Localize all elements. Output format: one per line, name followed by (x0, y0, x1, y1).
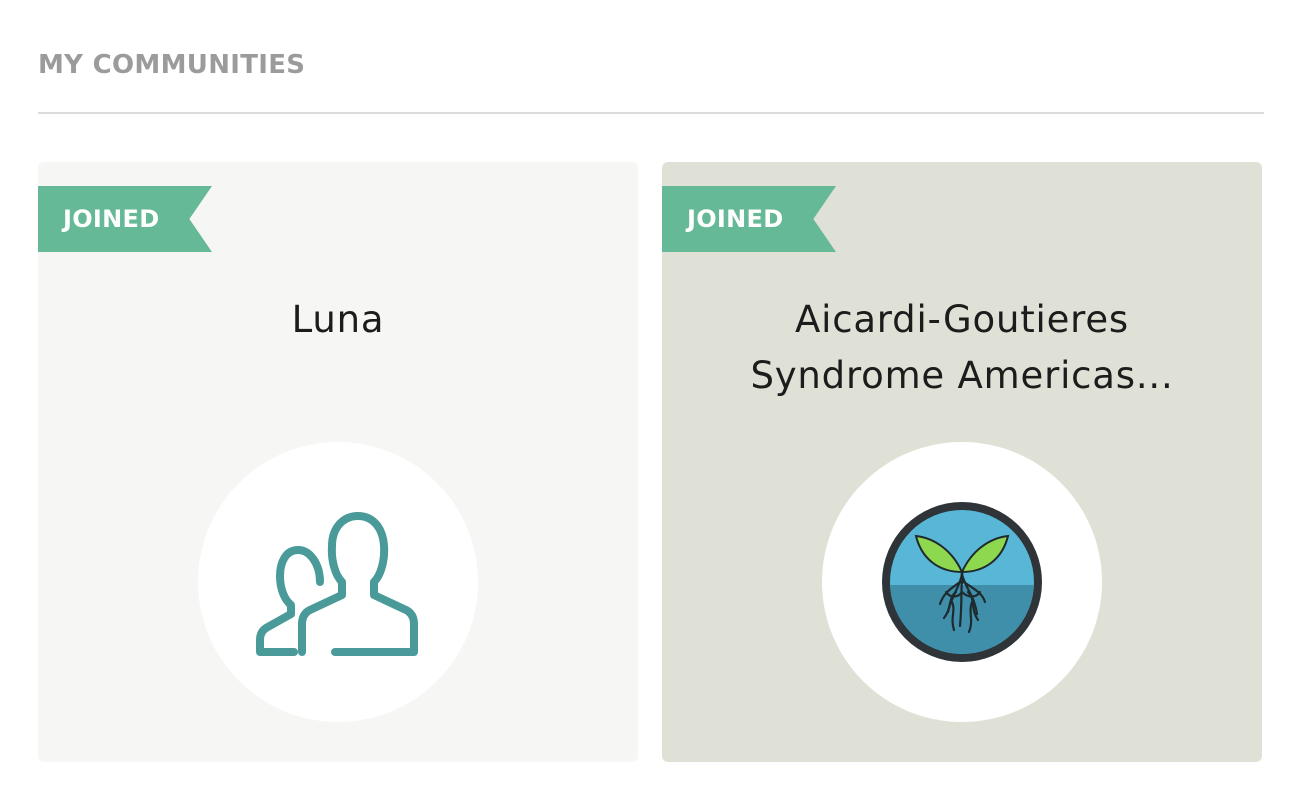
section-title: MY COMMUNITIES (38, 50, 306, 80)
community-name: Aicardi-Goutieres Syndrome Americas... (750, 298, 1174, 397)
sprout-logo-icon (882, 502, 1042, 662)
my-communities-page: MY COMMUNITIES JOINED Luna JOINED Aicard… (0, 0, 1298, 796)
joined-label: JOINED (63, 205, 160, 233)
joined-label: JOINED (687, 205, 784, 233)
people-icon (256, 512, 418, 656)
section-divider (38, 112, 1264, 114)
community-card-luna[interactable]: JOINED Luna (38, 162, 638, 762)
joined-ribbon: JOINED (38, 186, 212, 252)
community-avatar (198, 442, 478, 722)
joined-ribbon: JOINED (662, 186, 836, 252)
community-avatar (822, 442, 1102, 722)
community-name: Luna (291, 298, 385, 341)
community-card-ags-americas[interactable]: JOINED Aicardi-Goutieres Syndrome Americ… (662, 162, 1262, 762)
